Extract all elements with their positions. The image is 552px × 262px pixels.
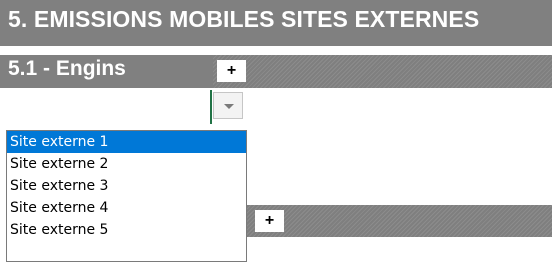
collapsed-row: + [246, 205, 552, 237]
dropdown-option-site-1[interactable]: Site externe 1 [7, 131, 246, 153]
dropdown-list[interactable]: Site externe 1 Site externe 2 Site exter… [6, 130, 247, 262]
chevron-down-icon [224, 104, 234, 109]
section-title: 5. EMISSIONS MOBILES SITES EXTERNES [8, 6, 480, 32]
subsection-row: 5.1 - Engins + [0, 55, 552, 88]
dropdown-option-site-2[interactable]: Site externe 2 [7, 153, 246, 175]
subsection-label-cell: 5.1 - Engins [0, 55, 213, 88]
dropdown-option-site-4[interactable]: Site externe 4 [7, 197, 246, 219]
site-select-cell[interactable] [0, 90, 212, 124]
subsection-title: 5.1 - Engins [8, 57, 126, 80]
dropdown-option-site-5[interactable]: Site externe 5 [7, 219, 246, 241]
expand-plus-button[interactable]: + [217, 60, 246, 82]
expand-plus-button-2[interactable]: + [255, 210, 284, 232]
section-banner: 5. EMISSIONS MOBILES SITES EXTERNES [0, 0, 552, 46]
dropdown-toggle-button[interactable] [213, 92, 243, 119]
dropdown-option-site-3[interactable]: Site externe 3 [7, 175, 246, 197]
